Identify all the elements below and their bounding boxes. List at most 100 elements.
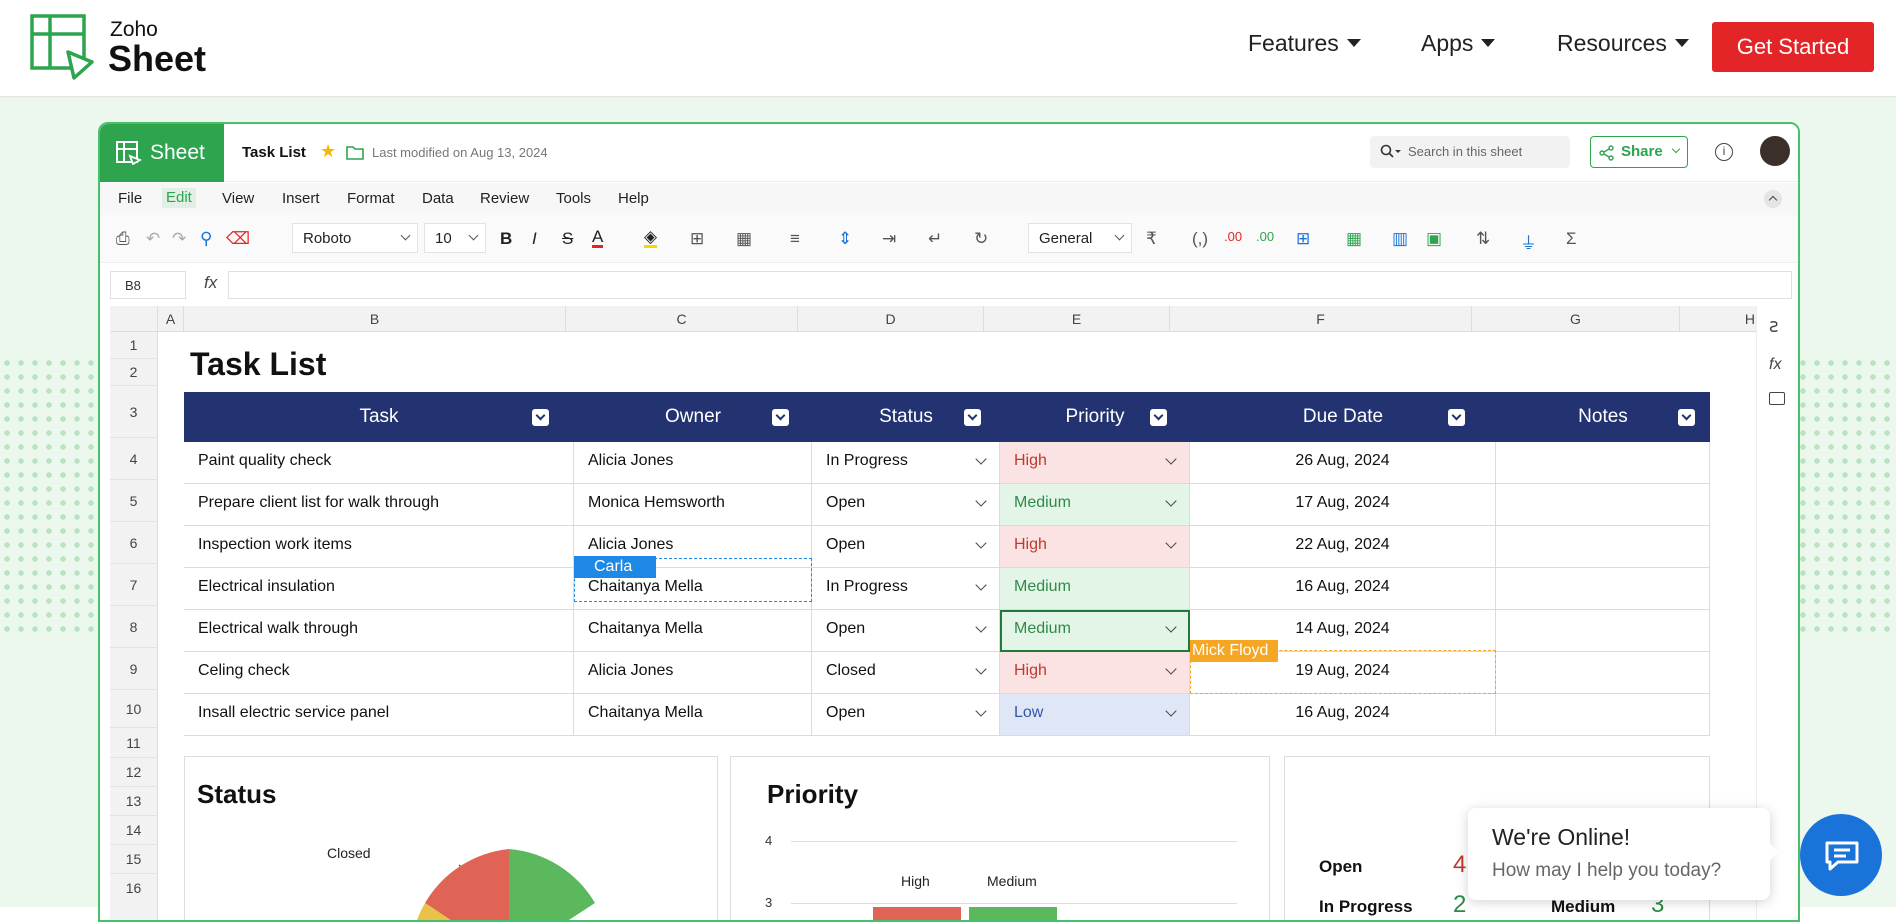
menu-data[interactable]: Data xyxy=(422,190,454,207)
cell-priority[interactable]: Medium xyxy=(1000,484,1190,526)
chevron-down-icon[interactable] xyxy=(1165,537,1177,549)
column-header-f[interactable]: F xyxy=(1170,306,1472,332)
cell-status[interactable]: Open xyxy=(812,526,1000,568)
cell-task[interactable]: Insall electric service panel xyxy=(184,694,574,736)
cell-status[interactable]: Open xyxy=(812,610,1000,652)
insert-table-icon[interactable]: ▦ xyxy=(1346,229,1362,249)
column-header-g[interactable]: G xyxy=(1472,306,1680,332)
filter-icon[interactable]: ⏚ xyxy=(1520,229,1537,254)
cell-status[interactable]: Open xyxy=(812,694,1000,736)
row-header-14[interactable]: 14 xyxy=(110,816,158,845)
row-header-8[interactable]: 8 xyxy=(110,606,158,648)
increase-decimal-icon[interactable]: .00 xyxy=(1256,229,1274,244)
font-size-select[interactable]: 10 xyxy=(424,223,486,253)
menu-insert[interactable]: Insert xyxy=(282,190,320,207)
fill-color-icon[interactable]: ◈ xyxy=(644,228,658,248)
row-header-7[interactable]: 7 xyxy=(110,564,158,606)
column-header-e[interactable]: E xyxy=(984,306,1170,332)
filter-dropdown-icon[interactable] xyxy=(964,409,981,426)
filter-dropdown-icon[interactable] xyxy=(1678,409,1695,426)
column-header-c[interactable]: C xyxy=(566,306,798,332)
table-style-icon[interactable]: ▦ xyxy=(736,229,752,249)
cell-owner[interactable]: Chaitanya Mella xyxy=(574,694,812,736)
font-family-select[interactable]: Roboto xyxy=(292,223,418,253)
image-icon[interactable]: ▣ xyxy=(1426,229,1442,249)
menu-tools[interactable]: Tools xyxy=(556,190,591,207)
cell-task[interactable]: Prepare client list for walk through xyxy=(184,484,574,526)
menu-review[interactable]: Review xyxy=(480,190,529,207)
function-icon[interactable]: fx xyxy=(204,273,217,293)
cell-priority[interactable]: High xyxy=(1000,442,1190,484)
sort-icon[interactable]: ⇅ xyxy=(1476,229,1490,249)
cell-notes[interactable] xyxy=(1496,484,1710,526)
chevron-down-icon[interactable] xyxy=(975,537,987,549)
text-rotation-icon[interactable]: ↻ xyxy=(974,229,988,249)
cell-notes[interactable] xyxy=(1496,568,1710,610)
italic-icon[interactable]: I xyxy=(532,229,537,249)
collapse-toolbar-icon[interactable] xyxy=(1764,190,1782,208)
menu-help[interactable]: Help xyxy=(618,190,649,207)
column-header-b[interactable]: B xyxy=(184,306,566,332)
cell-task[interactable]: Paint quality check xyxy=(184,442,574,484)
column-header-d[interactable]: D xyxy=(798,306,984,332)
chevron-down-icon[interactable] xyxy=(975,621,987,633)
sheet-search-input[interactable]: Search in this sheet xyxy=(1370,136,1570,168)
cell-due-date[interactable]: 16 Aug, 2024 xyxy=(1190,694,1496,736)
cell-notes[interactable] xyxy=(1496,442,1710,484)
row-header-9[interactable]: 9 xyxy=(110,648,158,690)
row-header-5[interactable]: 5 xyxy=(110,480,158,522)
cell-priority[interactable]: Low xyxy=(1000,694,1190,736)
row-header-12[interactable]: 12 xyxy=(110,758,158,787)
chart-icon[interactable]: ▥ xyxy=(1392,229,1408,249)
star-icon[interactable]: ★ xyxy=(320,141,336,162)
cell-owner[interactable]: Monica Hemsworth xyxy=(574,484,812,526)
number-format-select[interactable]: General xyxy=(1028,223,1132,253)
print-icon[interactable]: ⎙ xyxy=(116,229,130,249)
cell-notes[interactable] xyxy=(1496,694,1710,736)
cell-notes[interactable] xyxy=(1496,652,1710,694)
select-all-corner[interactable] xyxy=(110,306,158,332)
chevron-down-icon[interactable] xyxy=(975,663,987,675)
wrap-text-icon[interactable]: ↵ xyxy=(928,229,942,249)
filter-dropdown-icon[interactable] xyxy=(1150,409,1167,426)
function-panel-icon[interactable]: fx xyxy=(1769,356,1781,374)
chevron-down-icon[interactable] xyxy=(1165,705,1177,717)
filter-dropdown-icon[interactable] xyxy=(1448,409,1465,426)
menu-format[interactable]: Format xyxy=(347,190,395,207)
cell-task[interactable]: Electrical walk through xyxy=(184,610,574,652)
menu-edit[interactable]: Edit xyxy=(162,188,196,208)
cell-task[interactable]: Celing check xyxy=(184,652,574,694)
filter-dropdown-icon[interactable] xyxy=(772,409,789,426)
chevron-down-icon[interactable] xyxy=(1165,663,1177,675)
row-header-6[interactable]: 6 xyxy=(110,522,158,564)
cell-priority[interactable]: High xyxy=(1000,652,1190,694)
redo-icon[interactable]: ↷ xyxy=(172,229,186,249)
filter-dropdown-icon[interactable] xyxy=(532,409,549,426)
cell-status[interactable]: Closed xyxy=(812,652,1000,694)
row-header-15[interactable]: 15 xyxy=(110,845,158,874)
insert-cells-icon[interactable]: ⊞ xyxy=(1296,229,1310,249)
row-header-16[interactable]: 16 xyxy=(110,874,158,920)
row-header-11[interactable]: 11 xyxy=(110,728,158,758)
cell-due-date[interactable]: 17 Aug, 2024 xyxy=(1190,484,1496,526)
comment-icon[interactable] xyxy=(1769,392,1785,405)
cell-status[interactable]: Open xyxy=(812,484,1000,526)
cell-due-date[interactable]: 16 Aug, 2024 xyxy=(1190,568,1496,610)
vertical-align-icon[interactable]: ⇕ xyxy=(838,229,852,249)
cell-notes[interactable] xyxy=(1496,526,1710,568)
cell-priority[interactable]: Medium xyxy=(1000,610,1190,652)
cell-notes[interactable] xyxy=(1496,610,1710,652)
chat-popup[interactable]: We're Online! How may I help you today? xyxy=(1468,808,1779,900)
borders-icon[interactable]: ⊞ xyxy=(690,229,704,249)
nav-resources[interactable]: Resources xyxy=(1557,30,1689,57)
priority-chart[interactable]: Priority 4 3 High Medium xyxy=(730,756,1270,920)
comma-style-icon[interactable]: (,) xyxy=(1192,229,1208,249)
chevron-down-icon[interactable] xyxy=(975,453,987,465)
formula-input[interactable] xyxy=(228,271,1792,299)
app-brand[interactable]: Sheet xyxy=(100,124,224,182)
align-left-icon[interactable]: ≡ xyxy=(790,229,800,249)
chevron-down-icon[interactable] xyxy=(1165,495,1177,507)
strikethrough-icon[interactable]: S xyxy=(562,229,573,249)
cell-owner[interactable]: Alicia Jones xyxy=(574,652,812,694)
menu-file[interactable]: File xyxy=(118,190,142,207)
